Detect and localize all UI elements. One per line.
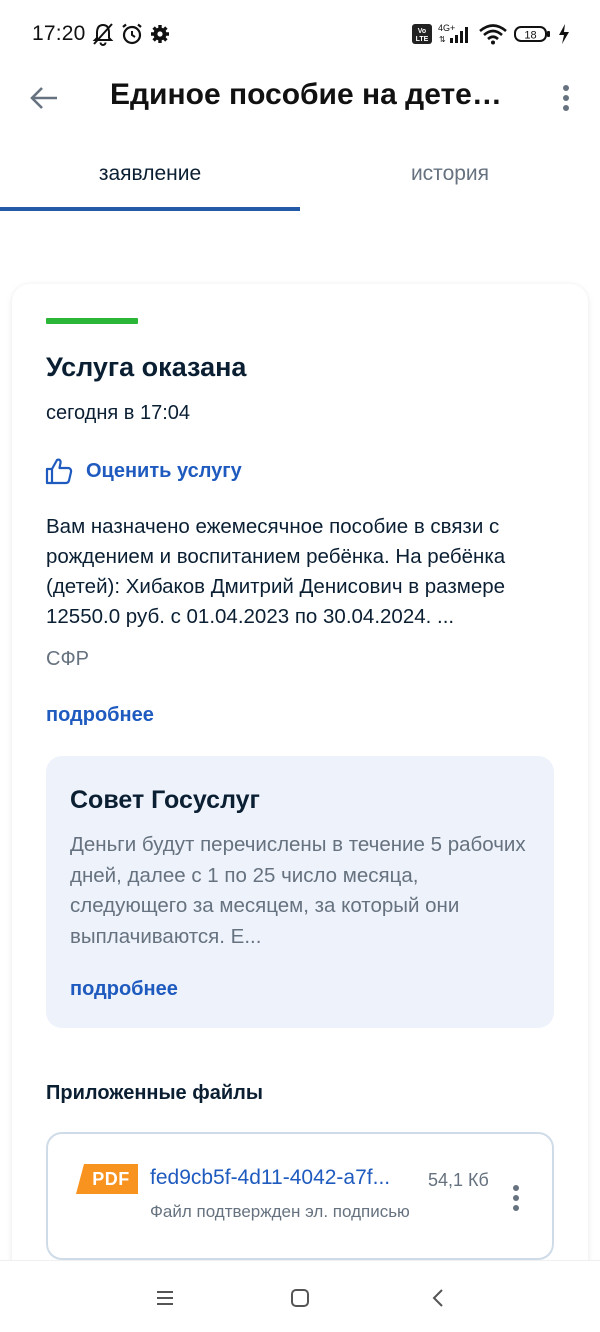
tab-application[interactable]: заявление: [0, 150, 300, 212]
status-bar: 17:20 Vo LTE 4G+ ⇅ 18: [0, 0, 600, 68]
tab-bar: заявление история: [0, 150, 600, 212]
thumbs-up-icon: [45, 458, 73, 485]
back-button[interactable]: [26, 78, 62, 118]
page-title: Единое пособие на детей…: [110, 78, 510, 111]
tab-history[interactable]: история: [300, 150, 600, 212]
settings-gear-icon: [150, 24, 170, 44]
active-tab-indicator: [0, 207, 300, 211]
app-bar: Единое пособие на детей…: [0, 68, 600, 128]
battery-icon: 18: [514, 24, 552, 44]
network-type-label: 4G+: [438, 23, 455, 33]
status-title: Услуга оказана: [46, 352, 247, 382]
svg-text:Vo: Vo: [418, 28, 426, 35]
battery-level: 18: [524, 30, 536, 42]
file-size: 54,1 Кб: [428, 1170, 489, 1190]
status-date: сегодня в 17:04: [46, 402, 190, 424]
file-menu-button[interactable]: [504, 1180, 528, 1216]
kebab-menu-icon: [563, 85, 569, 111]
chevron-left-icon: [432, 1289, 443, 1307]
advice-text: Деньги будут перечислены в течение 5 раб…: [70, 833, 526, 948]
status-bar-left: 17:20: [32, 22, 170, 46]
mute-bell-icon: [92, 22, 114, 46]
system-navigation-bar: [0, 1260, 600, 1332]
file-signature-note: Файл подтвержден эл. подписью: [150, 1202, 410, 1221]
cellular-signal-icon: 4G+ ⇅: [438, 23, 472, 45]
advice-title: Совет Госуслуг: [70, 786, 260, 814]
status-time: 17:20: [32, 22, 86, 45]
file-name[interactable]: fed9cb5f-4d11-4042-a7f...: [150, 1166, 408, 1190]
svg-text:⇅: ⇅: [439, 35, 446, 44]
menu-lines-icon: [157, 1291, 173, 1305]
square-home-icon: [291, 1289, 309, 1307]
attached-file-item[interactable]: PDF fed9cb5f-4d11-4042-a7f... 54,1 Кб Фа…: [46, 1132, 554, 1260]
charging-bolt-icon: [558, 24, 570, 44]
rate-service-label: Оценить услугу: [86, 459, 242, 482]
alarm-clock-icon: [120, 22, 144, 46]
advice-details-link[interactable]: подробнее: [70, 978, 178, 1001]
kebab-menu-icon: [513, 1185, 519, 1211]
status-success-bar: [46, 318, 138, 324]
status-bar-right: Vo LTE 4G+ ⇅ 18: [412, 23, 570, 45]
rate-service-link[interactable]: Оценить услугу: [44, 456, 242, 486]
volte-icon: Vo LTE: [412, 24, 432, 44]
recent-apps-button[interactable]: [145, 1283, 185, 1313]
pdf-badge-label: PDF: [92, 1168, 130, 1189]
gosuslugi-advice-box: Совет Госуслуг Деньги будут перечислены …: [46, 756, 554, 1028]
service-status-card: Услуга оказана сегодня в 17:04 Оценить у…: [12, 284, 588, 1284]
details-link[interactable]: подробнее: [46, 704, 154, 727]
status-description: Вам назначено ежемесячное пособие в связ…: [46, 515, 506, 628]
svg-text:LTE: LTE: [416, 36, 429, 43]
wifi-icon: [478, 23, 508, 45]
system-back-button[interactable]: [418, 1283, 458, 1313]
more-options-button[interactable]: [550, 76, 582, 120]
arrow-left-icon: [30, 87, 57, 109]
attached-files-title: Приложенные файлы: [46, 1082, 263, 1104]
organization-name: СФР: [46, 648, 89, 670]
home-button[interactable]: [280, 1283, 320, 1313]
pdf-file-icon: PDF: [76, 1164, 138, 1194]
